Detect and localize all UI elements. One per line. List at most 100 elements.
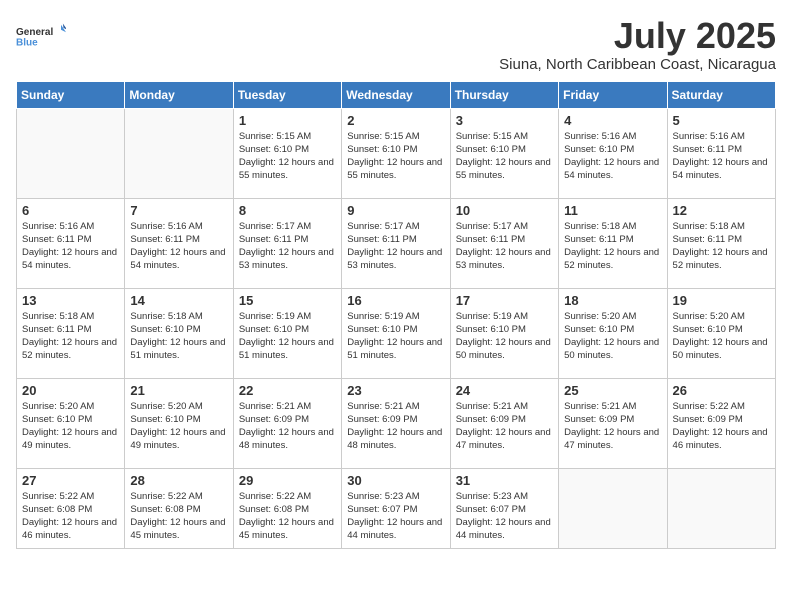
day-number: 10	[456, 203, 553, 218]
day-info: Sunrise: 5:19 AM Sunset: 6:10 PM Dayligh…	[239, 310, 336, 363]
day-cell	[559, 468, 667, 548]
col-header-monday: Monday	[125, 81, 233, 108]
day-cell: 8 Sunrise: 5:17 AM Sunset: 6:11 PM Daylig…	[233, 198, 341, 288]
day-cell	[17, 108, 125, 198]
day-info: Sunrise: 5:15 AM Sunset: 6:10 PM Dayligh…	[456, 130, 553, 183]
day-cell: 12Sunrise: 5:18 AM Sunset: 6:11 PM Dayli…	[667, 198, 775, 288]
col-header-sunday: Sunday	[17, 81, 125, 108]
location-title: Siuna, North Caribbean Coast, Nicaragua	[499, 56, 776, 73]
day-info: Sunrise: 5:16 AM Sunset: 6:11 PM Dayligh…	[130, 220, 227, 273]
week-row-3: 13 Sunrise: 5:18 AM Sunset: 6:11 PM Dayli…	[17, 288, 776, 378]
day-number: 29	[239, 473, 336, 488]
day-cell: 3 Sunrise: 5:15 AM Sunset: 6:10 PM Daylig…	[450, 108, 558, 198]
day-info: Sunrise: 5:17 AM Sunset: 6:11 PM Dayligh…	[239, 220, 336, 273]
week-row-1: 1 Sunrise: 5:15 AM Sunset: 6:10 PM Daylig…	[17, 108, 776, 198]
day-cell: 28Sunrise: 5:22 AM Sunset: 6:08 PM Dayli…	[125, 468, 233, 548]
day-info: Sunrise: 5:20 AM Sunset: 6:10 PM Dayligh…	[130, 400, 227, 453]
day-number: 2	[347, 113, 444, 128]
day-cell	[125, 108, 233, 198]
calendar-table: SundayMondayTuesdayWednesdayThursdayFrid…	[16, 81, 776, 549]
header-row: SundayMondayTuesdayWednesdayThursdayFrid…	[17, 81, 776, 108]
week-row-2: 6 Sunrise: 5:16 AM Sunset: 6:11 PM Daylig…	[17, 198, 776, 288]
month-title: July 2025	[499, 16, 776, 56]
day-number: 20	[22, 383, 119, 398]
day-number: 19	[673, 293, 770, 308]
day-cell: 20Sunrise: 5:20 AM Sunset: 6:10 PM Dayli…	[17, 378, 125, 468]
day-info: Sunrise: 5:23 AM Sunset: 6:07 PM Dayligh…	[456, 490, 553, 543]
day-number: 8	[239, 203, 336, 218]
col-header-wednesday: Wednesday	[342, 81, 450, 108]
day-number: 5	[673, 113, 770, 128]
day-number: 18	[564, 293, 661, 308]
day-number: 23	[347, 383, 444, 398]
day-info: Sunrise: 5:20 AM Sunset: 6:10 PM Dayligh…	[564, 310, 661, 363]
day-cell: 27Sunrise: 5:22 AM Sunset: 6:08 PM Dayli…	[17, 468, 125, 548]
day-info: Sunrise: 5:21 AM Sunset: 6:09 PM Dayligh…	[456, 400, 553, 453]
day-info: Sunrise: 5:21 AM Sunset: 6:09 PM Dayligh…	[347, 400, 444, 453]
day-cell: 2 Sunrise: 5:15 AM Sunset: 6:10 PM Daylig…	[342, 108, 450, 198]
day-info: Sunrise: 5:20 AM Sunset: 6:10 PM Dayligh…	[673, 310, 770, 363]
logo-svg: General Blue	[16, 16, 66, 56]
day-cell: 9 Sunrise: 5:17 AM Sunset: 6:11 PM Daylig…	[342, 198, 450, 288]
week-row-4: 20 Sunrise: 5:20 AM Sunset: 6:10 PM Dayli…	[17, 378, 776, 468]
day-cell: 21 Sunrise: 5:20 AM Sunset: 6:10 PM Dayli…	[125, 378, 233, 468]
day-number: 17	[456, 293, 553, 308]
day-info: Sunrise: 5:17 AM Sunset: 6:11 PM Dayligh…	[347, 220, 444, 273]
day-number: 9	[347, 203, 444, 218]
day-cell: 13 Sunrise: 5:18 AM Sunset: 6:11 PM Dayli…	[17, 288, 125, 378]
day-cell: 25 Sunrise: 5:21 AM Sunset: 6:09 PM Dayli…	[559, 378, 667, 468]
col-header-thursday: Thursday	[450, 81, 558, 108]
day-info: Sunrise: 5:18 AM Sunset: 6:11 PM Dayligh…	[564, 220, 661, 273]
logo: General Blue	[16, 16, 66, 56]
day-info: Sunrise: 5:17 AM Sunset: 6:11 PM Dayligh…	[456, 220, 553, 273]
day-info: Sunrise: 5:19 AM Sunset: 6:10 PM Dayligh…	[347, 310, 444, 363]
week-row-5: 27Sunrise: 5:22 AM Sunset: 6:08 PM Dayli…	[17, 468, 776, 548]
day-number: 21	[130, 383, 227, 398]
day-cell: 1 Sunrise: 5:15 AM Sunset: 6:10 PM Daylig…	[233, 108, 341, 198]
day-number: 15	[239, 293, 336, 308]
day-number: 24	[456, 383, 553, 398]
title-block: July 2025 Siuna, North Caribbean Coast, …	[499, 16, 776, 73]
day-cell: 19 Sunrise: 5:20 AM Sunset: 6:10 PM Dayli…	[667, 288, 775, 378]
day-cell: 24 Sunrise: 5:21 AM Sunset: 6:09 PM Dayli…	[450, 378, 558, 468]
col-header-tuesday: Tuesday	[233, 81, 341, 108]
day-number: 7	[130, 203, 227, 218]
day-cell: 29Sunrise: 5:22 AM Sunset: 6:08 PM Dayli…	[233, 468, 341, 548]
day-info: Sunrise: 5:21 AM Sunset: 6:09 PM Dayligh…	[239, 400, 336, 453]
day-info: Sunrise: 5:21 AM Sunset: 6:09 PM Dayligh…	[564, 400, 661, 453]
day-number: 16	[347, 293, 444, 308]
day-number: 6	[22, 203, 119, 218]
day-cell: 6Sunrise: 5:16 AM Sunset: 6:11 PM Daylig…	[17, 198, 125, 288]
day-info: Sunrise: 5:18 AM Sunset: 6:10 PM Dayligh…	[130, 310, 227, 363]
day-cell: 17Sunrise: 5:19 AM Sunset: 6:10 PM Dayli…	[450, 288, 558, 378]
day-number: 27	[22, 473, 119, 488]
page-header: General Blue July 2025 Siuna, North Cari…	[16, 16, 776, 73]
day-info: Sunrise: 5:15 AM Sunset: 6:10 PM Dayligh…	[239, 130, 336, 183]
day-cell: 14 Sunrise: 5:18 AM Sunset: 6:10 PM Dayli…	[125, 288, 233, 378]
day-number: 22	[239, 383, 336, 398]
day-number: 26	[673, 383, 770, 398]
day-cell	[667, 468, 775, 548]
day-info: Sunrise: 5:15 AM Sunset: 6:10 PM Dayligh…	[347, 130, 444, 183]
col-header-friday: Friday	[559, 81, 667, 108]
day-cell: 7 Sunrise: 5:16 AM Sunset: 6:11 PM Daylig…	[125, 198, 233, 288]
day-number: 3	[456, 113, 553, 128]
day-info: Sunrise: 5:16 AM Sunset: 6:10 PM Dayligh…	[564, 130, 661, 183]
col-header-saturday: Saturday	[667, 81, 775, 108]
day-cell: 30Sunrise: 5:23 AM Sunset: 6:07 PM Dayli…	[342, 468, 450, 548]
day-cell: 18 Sunrise: 5:20 AM Sunset: 6:10 PM Dayli…	[559, 288, 667, 378]
day-number: 13	[22, 293, 119, 308]
svg-text:Blue: Blue	[16, 37, 38, 48]
day-info: Sunrise: 5:22 AM Sunset: 6:09 PM Dayligh…	[673, 400, 770, 453]
day-cell: 23 Sunrise: 5:21 AM Sunset: 6:09 PM Dayli…	[342, 378, 450, 468]
day-number: 25	[564, 383, 661, 398]
day-info: Sunrise: 5:16 AM Sunset: 6:11 PM Dayligh…	[673, 130, 770, 183]
day-number: 14	[130, 293, 227, 308]
day-info: Sunrise: 5:18 AM Sunset: 6:11 PM Dayligh…	[22, 310, 119, 363]
day-number: 1	[239, 113, 336, 128]
day-cell: 10 Sunrise: 5:17 AM Sunset: 6:11 PM Dayli…	[450, 198, 558, 288]
day-cell: 5 Sunrise: 5:16 AM Sunset: 6:11 PM Daylig…	[667, 108, 775, 198]
day-info: Sunrise: 5:18 AM Sunset: 6:11 PM Dayligh…	[673, 220, 770, 273]
svg-text:General: General	[16, 27, 53, 38]
day-cell: 11Sunrise: 5:18 AM Sunset: 6:11 PM Dayli…	[559, 198, 667, 288]
